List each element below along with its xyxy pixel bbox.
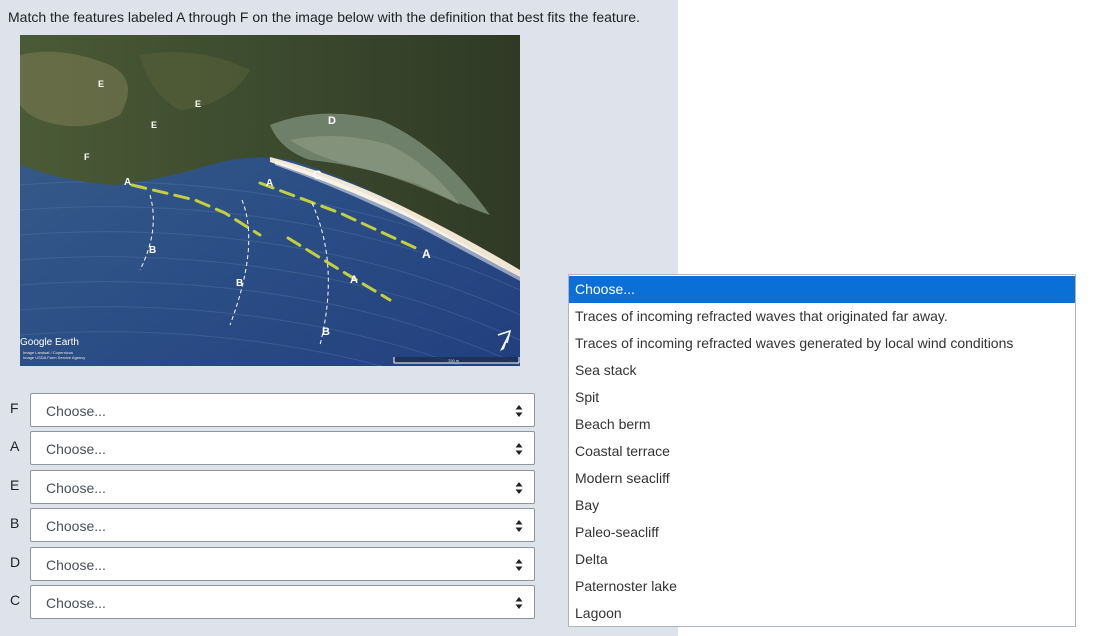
map-label-e1: E xyxy=(98,79,104,89)
map-label-a4: A xyxy=(350,274,358,286)
dropdown-option-choose[interactable]: Choose... xyxy=(569,276,1075,303)
question-prompt: Match the features labeled A through F o… xyxy=(8,9,640,25)
map-label-f: F xyxy=(84,152,90,162)
google-earth-watermark: Google Earth xyxy=(20,337,79,348)
select-value: Choose... xyxy=(46,518,106,534)
select-value: Choose... xyxy=(46,441,106,457)
row-letter: C xyxy=(10,592,21,608)
select-value: Choose... xyxy=(46,480,106,496)
map-label-b2: B xyxy=(236,278,243,289)
dropdown-option[interactable]: Lagoon xyxy=(569,600,1075,627)
map-label-a2: A xyxy=(266,178,273,189)
select-arrows-icon xyxy=(515,559,523,571)
map-label-e2: E xyxy=(195,99,201,109)
answer-select-f[interactable]: Choose... xyxy=(30,393,535,427)
dropdown-option[interactable]: Modern seacliff xyxy=(569,465,1075,492)
row-letter: E xyxy=(10,477,20,493)
map-label-b1: B xyxy=(149,245,156,256)
select-value: Choose... xyxy=(46,595,106,611)
map-label-c: C xyxy=(313,168,322,182)
answer-select-b[interactable]: Choose... xyxy=(30,508,535,542)
dropdown-option[interactable]: Coastal terrace xyxy=(569,438,1075,465)
dropdown-option[interactable]: Delta xyxy=(569,546,1075,573)
answer-row-c: C Choose... xyxy=(0,584,540,620)
dropdown-option[interactable]: Paleo-seacliff xyxy=(569,519,1075,546)
select-arrows-icon xyxy=(515,405,523,417)
dropdown-option[interactable]: Bay xyxy=(569,492,1075,519)
row-letter: D xyxy=(10,554,21,570)
dropdown-option[interactable]: Spit xyxy=(569,384,1075,411)
dropdown-option[interactable]: Paternoster lake xyxy=(569,573,1075,600)
scale-bar: 700 m xyxy=(393,357,520,364)
answer-select-c[interactable]: Choose... xyxy=(30,585,535,619)
scale-label: 700 m xyxy=(448,358,460,363)
map-label-d: D xyxy=(328,115,336,127)
select-value: Choose... xyxy=(46,557,106,573)
map-label-a1: A xyxy=(124,177,131,188)
dropdown-option[interactable]: Traces of incoming refracted waves gener… xyxy=(569,330,1075,357)
answer-row-b: B Choose... xyxy=(0,507,540,543)
row-letter: F xyxy=(10,400,19,416)
row-letter: B xyxy=(10,515,20,531)
answer-select-e[interactable]: Choose... xyxy=(30,470,535,504)
coastline-satellite-image: E E E D F C A A A A B B B Google Earth I… xyxy=(20,35,520,366)
select-arrows-icon xyxy=(515,482,523,494)
dropdown-list: Choose... Traces of incoming refracted w… xyxy=(568,274,1076,627)
image-credit-2: Image USDA Farm Service Agency xyxy=(23,355,85,360)
row-letter: A xyxy=(10,438,20,454)
answer-row-d: D Choose... xyxy=(0,546,540,582)
dropdown-option[interactable]: Beach berm xyxy=(569,411,1075,438)
select-arrows-icon xyxy=(515,443,523,455)
map-label-b3: B xyxy=(322,326,330,338)
select-value: Choose... xyxy=(46,403,106,419)
dropdown-option[interactable]: Traces of incoming refracted waves that … xyxy=(569,303,1075,330)
dropdown-option[interactable]: Sea stack xyxy=(569,357,1075,384)
select-arrows-icon xyxy=(515,597,523,609)
answer-select-a[interactable]: Choose... xyxy=(30,431,535,465)
select-arrows-icon xyxy=(515,520,523,532)
answer-row-e: E Choose... xyxy=(0,469,540,505)
map-label-a3: A xyxy=(422,247,431,261)
map-label-e3: E xyxy=(151,120,157,130)
answer-row-a: A Choose... xyxy=(0,430,540,466)
answer-select-d[interactable]: Choose... xyxy=(30,547,535,581)
answer-row-f: F Choose... xyxy=(0,392,540,428)
